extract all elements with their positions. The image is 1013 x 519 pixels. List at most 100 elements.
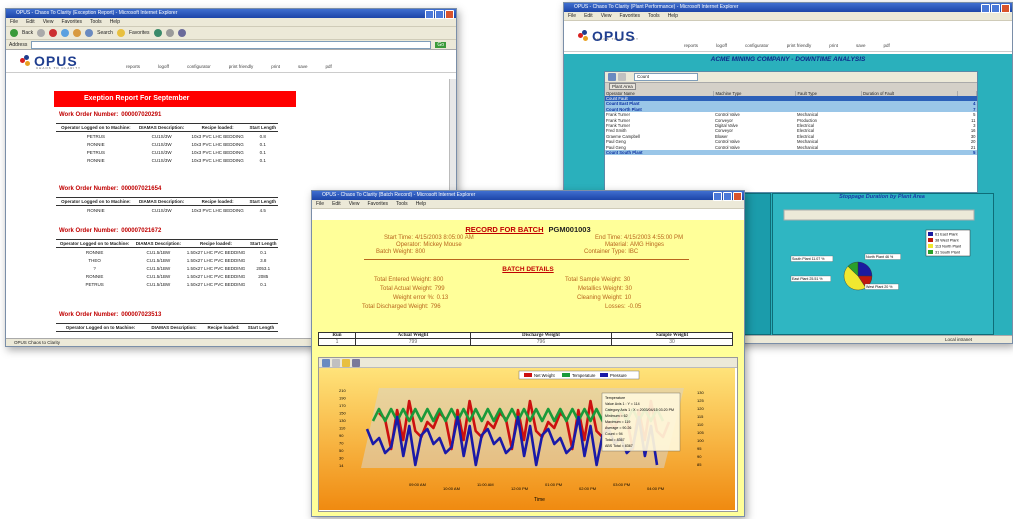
menu-tools[interactable]: Tools bbox=[90, 18, 102, 26]
minimize-button[interactable] bbox=[981, 4, 990, 13]
legend-swatch bbox=[524, 373, 532, 377]
back-icon[interactable] bbox=[10, 29, 18, 37]
menu-favorites[interactable]: Favorites bbox=[367, 200, 388, 208]
menu-help[interactable]: Help bbox=[668, 12, 678, 20]
window-title-bar: OPUS - Chaos To Clarity (Plant Performan… bbox=[564, 3, 1012, 13]
tooltip-line: Value Axis 1 : Y = 114 bbox=[605, 402, 640, 406]
print-icon[interactable] bbox=[177, 29, 186, 37]
maximize-button[interactable] bbox=[435, 10, 444, 19]
menu-tools[interactable]: Tools bbox=[648, 12, 660, 20]
menu-file[interactable]: File bbox=[316, 200, 324, 208]
y-tick-label: 90 bbox=[697, 454, 702, 459]
nav-configurator[interactable]: configurator bbox=[187, 64, 211, 69]
batch-record-window: OPUS - Chaos To Clarity (Batch Record) -… bbox=[311, 190, 745, 517]
report-banner: Exeption Report For September bbox=[54, 91, 296, 107]
media-icon[interactable] bbox=[153, 29, 162, 37]
work-order-heading: Work Order Number: 000007020291 bbox=[59, 112, 162, 118]
tooltip-line: Maximum = 119 bbox=[605, 420, 630, 424]
menu-tools[interactable]: Tools bbox=[396, 200, 408, 208]
minimize-button[interactable] bbox=[425, 10, 434, 19]
maximize-button[interactable] bbox=[723, 192, 732, 201]
close-button[interactable] bbox=[733, 192, 742, 201]
home-icon[interactable] bbox=[73, 29, 82, 37]
maximize-button[interactable] bbox=[991, 4, 1000, 13]
nav-configurator[interactable]: configurator bbox=[745, 43, 769, 48]
metallics-weight: Metallics Weight: 30 bbox=[578, 286, 632, 292]
chart-type-icon[interactable] bbox=[322, 358, 330, 367]
go-button[interactable]: Go bbox=[435, 41, 446, 48]
legend-swatch bbox=[928, 244, 933, 248]
favorites-button[interactable]: Favorites bbox=[129, 30, 150, 36]
menu-view[interactable]: View bbox=[601, 12, 612, 20]
y-tick-label: 95 bbox=[697, 446, 702, 451]
options-icon[interactable] bbox=[618, 73, 626, 81]
menu-view[interactable]: View bbox=[43, 18, 54, 26]
refresh-icon[interactable] bbox=[61, 29, 70, 37]
total-discharged-weight: Total Discharged Weight: 796 bbox=[362, 304, 441, 310]
stop-icon[interactable] bbox=[49, 29, 58, 37]
nav-logoff[interactable]: logoff bbox=[716, 43, 727, 48]
legend-label: Net Weight bbox=[534, 373, 555, 378]
forward-icon[interactable] bbox=[37, 29, 46, 37]
chart-print-icon[interactable] bbox=[352, 358, 360, 367]
x-axis-label: Time bbox=[534, 497, 545, 503]
x-tick-label: 02:00 PM bbox=[579, 486, 596, 491]
search-icon[interactable] bbox=[85, 29, 94, 37]
menu-favorites[interactable]: Favorites bbox=[61, 18, 82, 26]
search-button[interactable]: Search bbox=[97, 30, 113, 36]
nav-print[interactable]: print bbox=[829, 43, 838, 48]
legend-label: Pressure bbox=[610, 373, 627, 378]
tooltip-line: Temperature bbox=[605, 396, 625, 400]
total-actual-weight: Total Actual Weight: 799 bbox=[380, 286, 445, 292]
work-order-heading: Work Order Number: 000007023513 bbox=[59, 312, 162, 318]
nav-pdf[interactable]: pdf bbox=[884, 43, 890, 48]
nav-pdf[interactable]: pdf bbox=[326, 64, 332, 69]
menu-edit[interactable]: Edit bbox=[26, 18, 35, 26]
y-tick-label: 130 bbox=[339, 418, 346, 423]
y-tick-label: 170 bbox=[339, 403, 346, 408]
tooltip-line: Category Axis 1 : X = 2003/04/15 03:20 P… bbox=[605, 408, 674, 412]
back-button[interactable]: Back bbox=[22, 30, 33, 36]
nav-save[interactable]: save bbox=[856, 43, 866, 48]
menu-file[interactable]: File bbox=[568, 12, 576, 20]
y-tick-label: 105 bbox=[697, 430, 704, 435]
batch-weight: Batch Weight: 800 bbox=[376, 249, 426, 255]
nav-reports[interactable]: reports bbox=[684, 43, 698, 48]
nav-print[interactable]: print bbox=[271, 64, 280, 69]
menu-view[interactable]: View bbox=[349, 200, 360, 208]
nav-print-friendly[interactable]: print friendly bbox=[787, 43, 812, 48]
nav-save[interactable]: save bbox=[298, 64, 308, 69]
pivot-grid-panel: Count Plant Area Operator Name Machine Ty… bbox=[604, 71, 978, 193]
plant-area-tab[interactable]: Plant Area bbox=[609, 83, 636, 90]
grid-icon[interactable] bbox=[608, 73, 616, 81]
menu-edit[interactable]: Edit bbox=[584, 12, 593, 20]
material: Material: AMG Hinges bbox=[605, 242, 665, 248]
chart-export-icon[interactable] bbox=[342, 358, 350, 367]
table-row: ? CU1.5/1BW 1.50x27 LHC PVC BEDDING 2053.1 bbox=[93, 265, 271, 271]
menu-help[interactable]: Help bbox=[110, 18, 120, 26]
nav-print-friendly[interactable]: print friendly bbox=[229, 64, 254, 69]
close-button[interactable] bbox=[1001, 4, 1010, 13]
minimize-button[interactable] bbox=[713, 192, 722, 201]
chart-options-icon[interactable] bbox=[332, 358, 340, 367]
address-input[interactable] bbox=[31, 40, 432, 49]
close-button[interactable] bbox=[445, 10, 454, 19]
menu-help[interactable]: Help bbox=[416, 200, 426, 208]
operator: Operator: Mickey Mouse bbox=[396, 242, 462, 248]
menu-favorites[interactable]: Favorites bbox=[619, 12, 640, 20]
nav-logoff[interactable]: logoff bbox=[158, 64, 169, 69]
nav-reports[interactable]: reports bbox=[126, 64, 140, 69]
menu-edit[interactable]: Edit bbox=[332, 200, 341, 208]
table-row: RONNIE CU1S/3W 10x3 PVC LHC BEDDING 4.5 bbox=[87, 207, 266, 213]
favorites-icon[interactable] bbox=[116, 29, 125, 37]
legend-label: 61 East Plant bbox=[935, 233, 959, 237]
window-title: OPUS - Chaos To Clarity (Batch Record) -… bbox=[322, 192, 476, 198]
x-tick-label: 04:00 PM bbox=[647, 486, 664, 491]
table-row[interactable]: Count South Plant 5 bbox=[605, 150, 977, 156]
count-dropdown[interactable]: Count bbox=[634, 73, 698, 81]
end-time: End Time: 4/15/2003 4:55:00 PM bbox=[595, 235, 684, 241]
menu-file[interactable]: File bbox=[10, 18, 18, 26]
mail-icon[interactable] bbox=[165, 29, 174, 37]
work-order-heading: Work Order Number: 000007021654 bbox=[59, 186, 162, 192]
y-tick-label: 70 bbox=[339, 441, 344, 446]
